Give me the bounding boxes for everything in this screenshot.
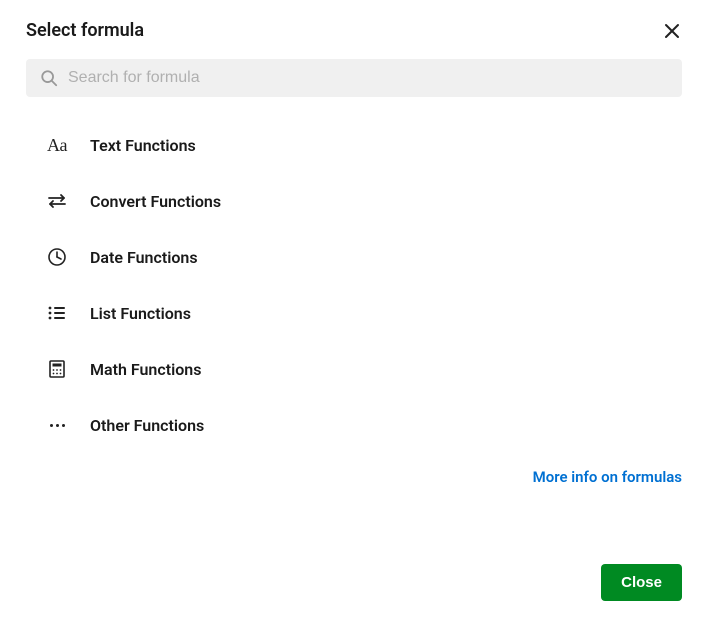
category-date-functions[interactable]: Date Functions: [26, 229, 682, 285]
close-icon[interactable]: [662, 21, 682, 41]
category-label: List Functions: [90, 304, 191, 323]
clock-icon: [46, 246, 68, 268]
category-list-functions[interactable]: List Functions: [26, 285, 682, 341]
category-label: Other Functions: [90, 416, 204, 435]
text-icon: Aa: [46, 134, 68, 156]
list-icon: [46, 302, 68, 324]
dialog-footer: Close: [26, 564, 682, 601]
search-icon: [40, 69, 58, 87]
category-label: Date Functions: [90, 248, 198, 267]
category-list: Aa Text Functions Convert Functions Date…: [26, 117, 682, 453]
category-label: Math Functions: [90, 360, 201, 379]
ellipsis-icon: [46, 414, 68, 436]
category-other-functions[interactable]: Other Functions: [26, 397, 682, 453]
category-convert-functions[interactable]: Convert Functions: [26, 173, 682, 229]
category-math-functions[interactable]: Math Functions: [26, 341, 682, 397]
search-container: [26, 59, 682, 97]
calculator-icon: [46, 358, 68, 380]
search-input[interactable]: [68, 69, 668, 87]
close-button[interactable]: Close: [601, 564, 682, 601]
category-text-functions[interactable]: Aa Text Functions: [26, 117, 682, 173]
category-label: Text Functions: [90, 136, 196, 155]
more-info-container: More info on formulas: [26, 467, 682, 486]
category-label: Convert Functions: [90, 192, 221, 211]
dialog-title: Select formula: [26, 20, 144, 41]
more-info-link[interactable]: More info on formulas: [533, 468, 682, 486]
convert-icon: [46, 190, 68, 212]
